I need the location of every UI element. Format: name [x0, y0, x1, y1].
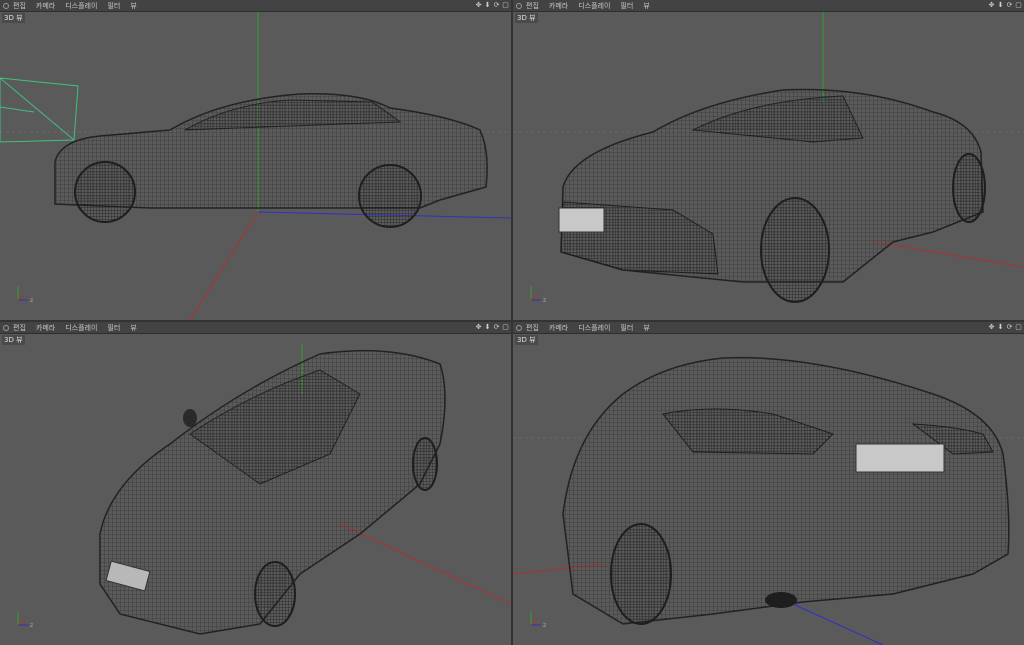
menu-display[interactable]: 디스플레이	[65, 1, 97, 11]
car-wireframe-side	[54, 93, 488, 228]
viewport-divider-vertical[interactable]	[511, 0, 513, 645]
menu-view[interactable]: 뷰	[130, 1, 136, 11]
viewport-top-left[interactable]: 편집 카메라 디스플레이 필터 뷰 ✥ ⬇ ⟳ ▢ 3D 뷰 z	[0, 0, 511, 320]
maximize-icon[interactable]: ▢	[1015, 324, 1022, 331]
rotate-icon[interactable]: ⟳	[493, 324, 500, 331]
rotate-icon[interactable]: ⟳	[1006, 324, 1013, 331]
move-icon[interactable]: ✥	[475, 324, 482, 331]
menu-filter[interactable]: 필터	[107, 1, 120, 11]
car-wireframe-rear	[562, 356, 1010, 625]
zoom-down-icon[interactable]: ⬇	[484, 324, 491, 331]
front-license-plate	[558, 207, 605, 233]
zoom-down-icon[interactable]: ⬇	[997, 2, 1004, 9]
menu-edit[interactable]: 편집	[526, 323, 539, 333]
car-wireframe-top	[99, 349, 446, 635]
rotate-icon[interactable]: ⟳	[1006, 2, 1013, 9]
viewport-nav-icons: ✥ ⬇ ⟳ ▢	[988, 322, 1022, 333]
car-wireframe-front	[558, 88, 986, 303]
scene-canvas[interactable]	[0, 12, 511, 320]
menu-camera[interactable]: 카메라	[36, 1, 55, 11]
rear-license-plate	[855, 443, 945, 473]
zoom-down-icon[interactable]: ⬇	[484, 2, 491, 9]
menu-edit[interactable]: 편집	[13, 1, 26, 11]
viewport-bottom-left[interactable]: 편집 카메라 디스플레이 필터 뷰 ✥ ⬇ ⟳ ▢ 3D 뷰 z	[0, 322, 511, 645]
viewport-bottom-right[interactable]: 편집 카메라 디스플레이 필터 뷰 ✥ ⬇ ⟳ ▢ 3D 뷰 z	[513, 322, 1024, 645]
axis-z-label: z	[30, 297, 33, 304]
menu-camera[interactable]: 카메라	[549, 1, 568, 11]
viewport-menubar: 편집 카메라 디스플레이 필터 뷰 ✥ ⬇ ⟳ ▢	[0, 0, 511, 12]
menu-edit[interactable]: 편집	[13, 323, 26, 333]
move-icon[interactable]: ✥	[988, 324, 995, 331]
viewport-menu-dot-icon[interactable]	[3, 324, 9, 331]
axis-gizmo: z	[530, 611, 546, 629]
maximize-icon[interactable]: ▢	[1015, 2, 1022, 9]
maximize-icon[interactable]: ▢	[502, 324, 509, 331]
viewport-divider-horizontal[interactable]	[0, 320, 1024, 322]
viewport-menubar: 편집 카메라 디스플레이 필터 뷰 ✥ ⬇ ⟳ ▢	[0, 322, 511, 334]
scene-canvas[interactable]	[513, 334, 1024, 645]
menu-display[interactable]: 디스플레이	[578, 323, 610, 333]
viewport-nav-icons: ✥ ⬇ ⟳ ▢	[475, 322, 509, 333]
menu-filter[interactable]: 필터	[620, 323, 633, 333]
axis-z-label: z	[543, 297, 546, 304]
viewport-menubar: 편집 카메라 디스플레이 필터 뷰 ✥ ⬇ ⟳ ▢	[513, 322, 1024, 334]
viewport-menu-dot-icon[interactable]	[3, 2, 9, 9]
axis-gizmo: z	[17, 611, 33, 629]
menu-filter[interactable]: 필터	[107, 323, 120, 333]
scene-canvas[interactable]	[513, 12, 1024, 320]
viewport-menu-dot-icon[interactable]	[516, 324, 522, 331]
maximize-icon[interactable]: ▢	[502, 2, 509, 9]
menu-edit[interactable]: 편집	[526, 1, 539, 11]
viewport-menu-dot-icon[interactable]	[516, 2, 522, 9]
menu-view[interactable]: 뷰	[643, 323, 649, 333]
zoom-down-icon[interactable]: ⬇	[997, 324, 1004, 331]
move-icon[interactable]: ✥	[988, 2, 995, 9]
viewport-top-right[interactable]: 편집 카메라 디스플레이 필터 뷰 ✥ ⬇ ⟳ ▢ 3D 뷰 z	[513, 0, 1024, 320]
rotate-icon[interactable]: ⟳	[493, 2, 500, 9]
menu-display[interactable]: 디스플레이	[578, 1, 610, 11]
menu-camera[interactable]: 카메라	[36, 323, 55, 333]
viewport-nav-icons: ✥ ⬇ ⟳ ▢	[475, 0, 509, 11]
menu-filter[interactable]: 필터	[620, 1, 633, 11]
axis-gizmo: z	[530, 286, 546, 304]
axis-z-label: z	[30, 622, 33, 629]
axis-z-label: z	[543, 622, 546, 629]
menu-view[interactable]: 뷰	[130, 323, 136, 333]
axis-gizmo: z	[17, 286, 33, 304]
quad-viewport-layout: 편집 카메라 디스플레이 필터 뷰 ✥ ⬇ ⟳ ▢ 3D 뷰 z 편집 카메라 …	[0, 0, 1024, 645]
viewport-nav-icons: ✥ ⬇ ⟳ ▢	[988, 0, 1022, 11]
scene-canvas[interactable]	[0, 334, 511, 645]
viewport-menubar: 편집 카메라 디스플레이 필터 뷰 ✥ ⬇ ⟳ ▢	[513, 0, 1024, 12]
menu-display[interactable]: 디스플레이	[65, 323, 97, 333]
menu-camera[interactable]: 카메라	[549, 323, 568, 333]
menu-view[interactable]: 뷰	[643, 1, 649, 11]
move-icon[interactable]: ✥	[475, 2, 482, 9]
